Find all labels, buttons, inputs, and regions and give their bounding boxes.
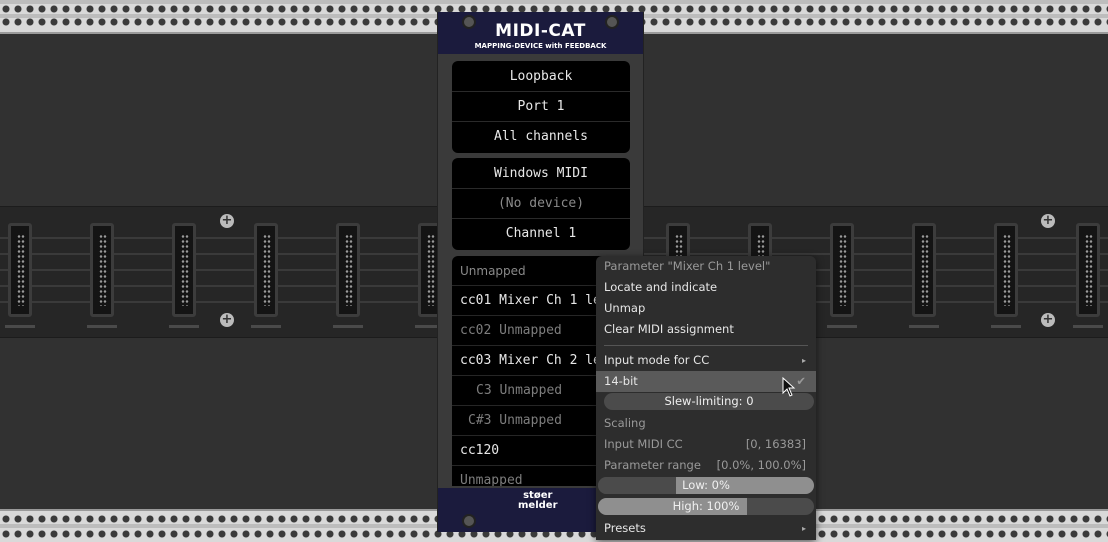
menu-header: Parameter "Mixer Ch 1 level" [604,259,771,273]
port-base [333,325,363,328]
menu-item-label: 14-bit [604,374,638,388]
output-device-select[interactable]: (No device) [452,189,630,219]
port-base [1073,325,1103,328]
menu-input-midi-cc: Input MIDI CC [0, 16383] [596,434,816,455]
port-base [87,325,117,328]
add-icon[interactable]: + [1041,214,1055,228]
menu-item-clear-assignment[interactable]: Clear MIDI assignment [596,319,816,340]
module-subtitle: MAPPING-DEVICE with FEEDBACK [474,42,607,50]
port-base [991,325,1021,328]
io-port-connector [336,223,360,317]
menu-item-label: Presets [604,521,646,535]
menu-item-label: Parameter range [604,458,701,472]
module-header: MIDI-CAT MAPPING-DEVICE with FEEDBACK [438,12,643,54]
high-slider[interactable]: High: 100% [598,498,814,515]
io-port-connector [8,223,32,317]
slider-label: Low: 0% [682,478,730,492]
menu-parameter-range: Parameter range [0.0%, 100.0%] [596,455,816,476]
menu-item-label: Input MIDI CC [604,437,683,451]
screw-icon [462,514,476,528]
output-driver-select[interactable]: Windows MIDI [452,159,630,189]
output-channel-select[interactable]: Channel 1 [452,219,630,249]
brand-line: melder [518,500,558,511]
io-port-connector [830,223,854,317]
port-base [909,325,939,328]
input-driver-select[interactable]: Loopback [452,62,630,92]
brand-logo: støer melder [518,491,558,511]
context-menu: Parameter "Mixer Ch 1 level" Locate and … [596,256,816,540]
menu-separator [604,345,808,346]
menu-item-value: [0, 16383] [745,437,806,451]
io-port-connector [254,223,278,317]
submenu-arrow-icon: ▸ [801,356,806,365]
input-settings: Loopback Port 1 All channels [452,61,630,153]
slider-label: High: 100% [672,499,740,513]
output-settings: Windows MIDI (No device) Channel 1 [452,158,630,250]
low-slider[interactable]: Low: 0% [598,477,814,494]
io-port-connector [90,223,114,317]
menu-item-value: [0.0%, 100.0%] [716,458,806,472]
checkmark-icon: ✔ [796,374,806,388]
menu-item-input-mode[interactable]: Input mode for CC ▸ [596,350,816,371]
input-channel-select[interactable]: All channels [452,122,630,152]
module-title: MIDI-CAT [495,21,586,41]
menu-scaling-label: Scaling [604,416,646,430]
add-icon[interactable]: + [220,313,234,327]
menu-item-locate[interactable]: Locate and indicate [596,277,816,298]
port-base [827,325,857,328]
menu-item-presets[interactable]: Presets ▸ [596,518,816,539]
submenu-arrow-icon: ▸ [801,524,806,533]
io-port-connector [172,223,196,317]
io-port-connector [994,223,1018,317]
menu-item-label: Input mode for CC [604,353,710,367]
port-base [251,325,281,328]
input-device-select[interactable]: Port 1 [452,92,630,122]
mouse-cursor-icon [782,377,796,397]
add-icon[interactable]: + [220,214,234,228]
port-base [5,325,35,328]
io-port-connector [912,223,936,317]
menu-item-unmap[interactable]: Unmap [596,298,816,319]
port-base [169,325,199,328]
io-port-connector [1076,223,1100,317]
add-icon[interactable]: + [1041,313,1055,327]
